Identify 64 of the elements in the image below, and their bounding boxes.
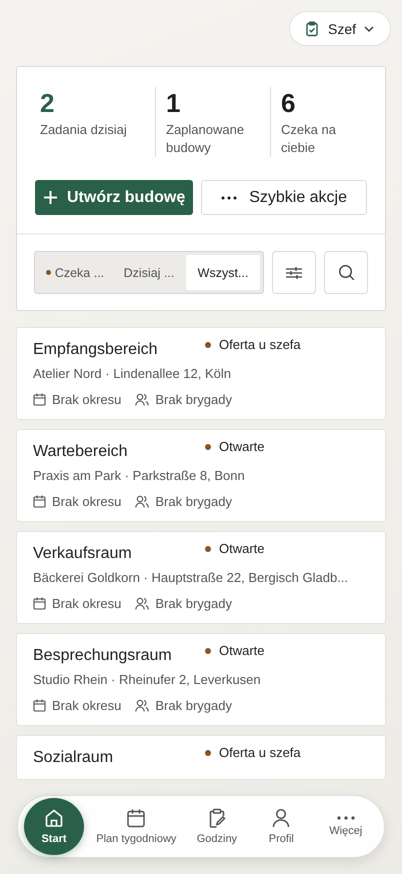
role-menu-button[interactable]: Szef <box>288 11 391 46</box>
job-address: Bäckerei Goldkorn · Hauptstraße 22, Bergisch Gladb... <box>33 570 350 585</box>
calendar-icon <box>33 699 46 712</box>
stat-label: Zadania dzisiaj <box>40 121 128 139</box>
nav-tab[interactable]: Profil <box>249 808 314 845</box>
job-address: Praxis am Park · Parkstraße 8, Bonn <box>33 468 246 483</box>
job-period: Brak okresu <box>52 494 122 509</box>
calendar-icon <box>33 597 46 610</box>
people-icon <box>135 495 150 508</box>
stat-label: Zaplanowane budowy <box>166 121 246 157</box>
nav-tab[interactable]: Start <box>24 798 84 855</box>
quick-actions-button[interactable]: Szybkie akcje <box>201 180 367 215</box>
stat-label: Czeka na ciebie <box>281 121 337 157</box>
home-icon <box>44 808 64 828</box>
nav-tab[interactable]: Plan tygodniowy <box>88 808 185 845</box>
filter-settings-button[interactable] <box>272 251 316 294</box>
more-icon <box>336 816 355 820</box>
job-status: Oferta u szefa <box>205 745 301 760</box>
filter-tab[interactable]: Wszyst... <box>186 255 260 290</box>
filter-tab[interactable]: Czeka ... <box>38 255 112 290</box>
job-crew: Brak brygady <box>155 698 232 713</box>
person-icon <box>271 808 292 828</box>
people-icon <box>135 597 150 610</box>
chevron-down-icon <box>364 26 374 32</box>
job-card[interactable]: Wartebereich Otwarte Praxis am Park · Parkstraße 8, Bonn Brak okresu Brak brygady <box>16 429 386 522</box>
job-status: Otwarte <box>205 439 265 454</box>
job-card[interactable]: Verkaufsraum Otwarte Bäckerei Goldkorn · Hauptstraße 22, Bergisch Gladb... Brak okresu Brak brygady <box>16 531 386 624</box>
job-crew: Brak brygady <box>155 596 232 611</box>
search-icon <box>338 264 354 281</box>
job-period: Brak okresu <box>52 596 122 611</box>
job-crew: Brak brygady <box>155 494 232 509</box>
job-title: Wartebereich <box>33 443 129 461</box>
job-period: Brak okresu <box>52 392 122 407</box>
nav-tab[interactable]: Godziny <box>184 808 250 845</box>
stat-value: 2 <box>40 87 56 119</box>
job-title: Sozialraum <box>33 749 114 767</box>
calendar-icon <box>126 808 146 828</box>
job-card[interactable]: Besprechungsraum Otwarte Studio Rhein · Rheinufer 2, Leverkusen Brak okresu Brak brygady <box>16 633 386 726</box>
job-crew: Brak brygady <box>155 392 232 407</box>
job-address: Studio Rhein · Rheinufer 2, Leverkusen <box>33 672 262 687</box>
people-icon <box>135 699 150 712</box>
more-icon <box>221 196 238 200</box>
job-status: Otwarte <box>205 541 265 556</box>
job-address: Atelier Nord · Lindenallee 12, Köln <box>33 366 232 381</box>
job-status: Oferta u szefa <box>205 337 301 352</box>
job-title: Empfangsbereich <box>33 341 159 359</box>
job-title: Verkaufsraum <box>33 545 133 563</box>
job-card[interactable]: Empfangsbereich Oferta u szefa Atelier Nord · Lindenallee 12, Köln Brak okresu Brak brygady <box>16 327 386 420</box>
stat-value: 6 <box>281 87 296 119</box>
create-job-button[interactable]: Utwórz budowę <box>35 180 194 215</box>
clipboard-check-icon <box>304 20 320 36</box>
search-button[interactable] <box>324 251 368 294</box>
plus-icon <box>43 190 58 205</box>
job-title: Besprechungsraum <box>33 647 173 665</box>
people-icon <box>135 393 150 406</box>
filter-tab[interactable]: Dzisiaj ... <box>112 255 186 290</box>
sliders-icon <box>285 264 303 280</box>
calendar-icon <box>33 495 46 508</box>
stat-value: 1 <box>166 87 182 119</box>
calendar-icon <box>33 393 46 406</box>
nav-tab[interactable]: Więcej <box>314 816 378 837</box>
job-status: Otwarte <box>205 643 265 658</box>
job-card[interactable]: Sozialraum Oferta u szefa <box>16 735 386 780</box>
job-period: Brak okresu <box>52 698 122 713</box>
